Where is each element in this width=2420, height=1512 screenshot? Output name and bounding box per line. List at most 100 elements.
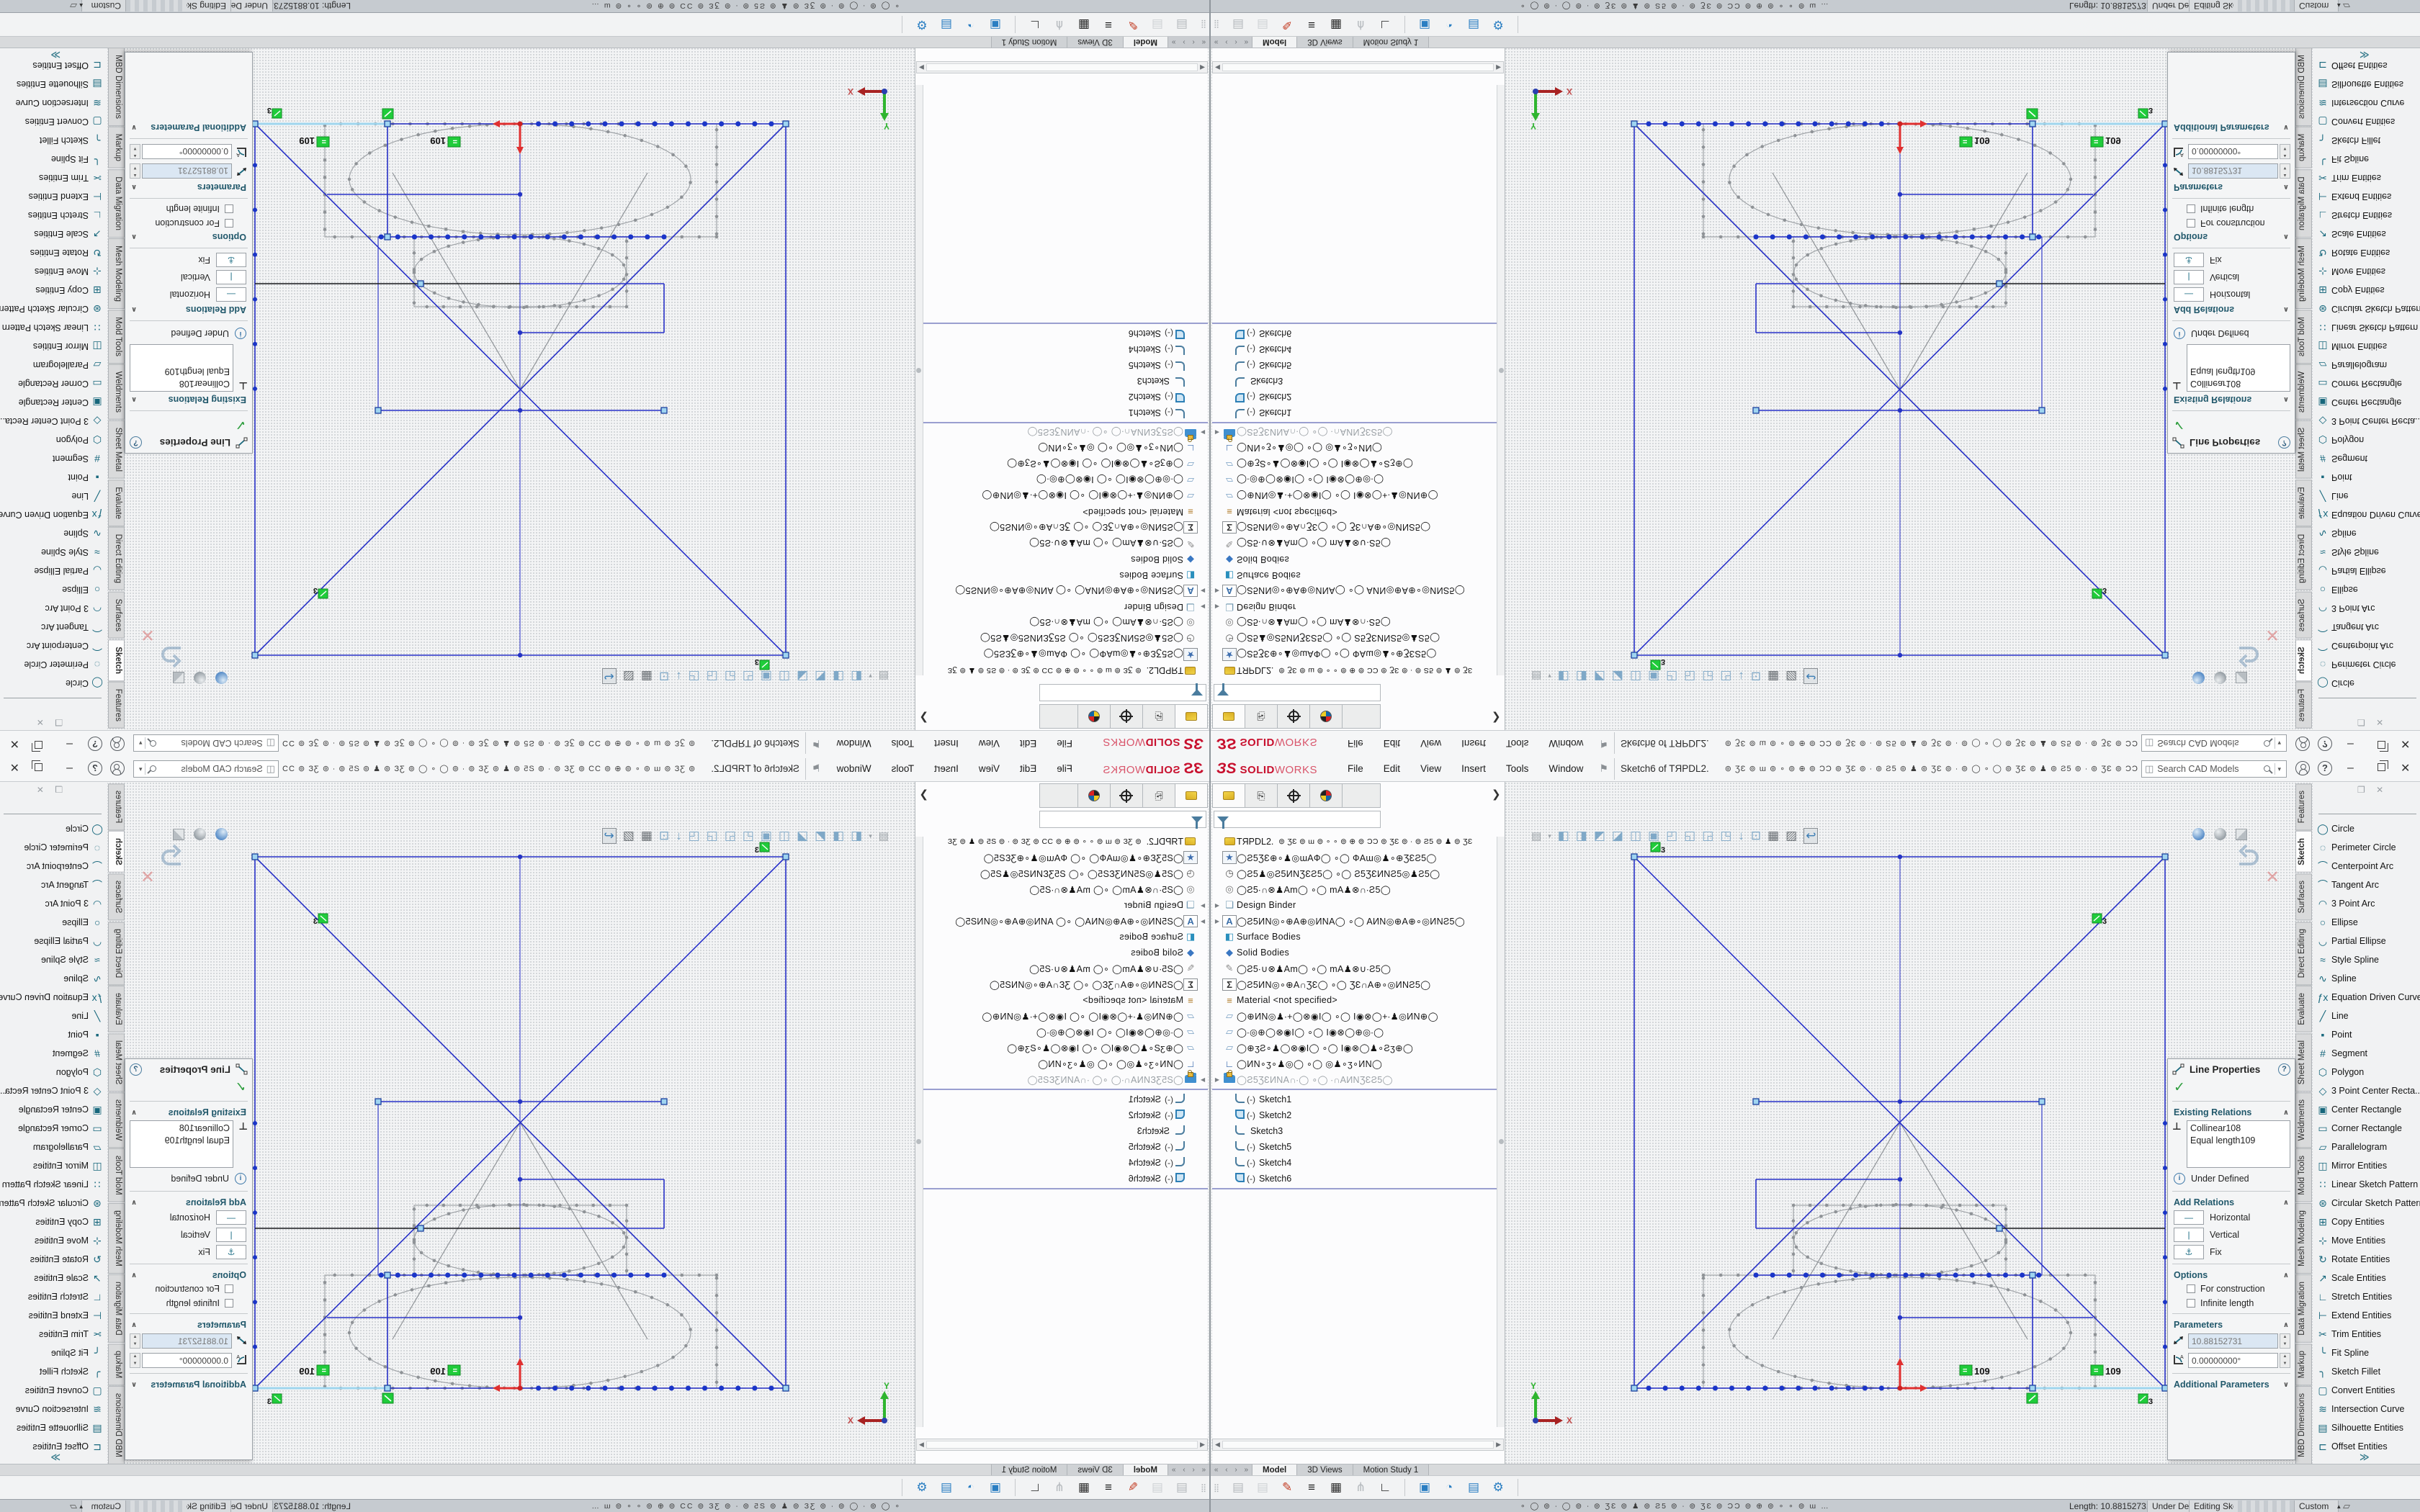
bottom-toolbar-icon[interactable]: ∟ xyxy=(1023,1480,1047,1495)
menu-item[interactable]: Window xyxy=(827,738,882,749)
collapse-icon[interactable]: ∧ xyxy=(2283,1199,2289,1207)
child-window-controls[interactable]: ❐ ✕ xyxy=(2357,717,2388,727)
tree-item-sketch[interactable]: (-) Sketch5 xyxy=(1212,1139,1504,1155)
tool-item[interactable]: ▱ Parallelogram xyxy=(2314,356,2420,374)
account-icon[interactable] xyxy=(2295,737,2310,751)
commandmanager-tab[interactable]: Markup xyxy=(108,127,125,168)
tool-item[interactable]: ↗ Scale Entities xyxy=(0,225,106,243)
angle-spinner[interactable]: ▲▼ xyxy=(130,1353,140,1368)
tool-item[interactable]: ⊹ Move Entities xyxy=(2314,262,2420,281)
pin-menu-icon[interactable]: ⚑ xyxy=(1599,737,1608,750)
view-toolbar-icon[interactable]: ◰ xyxy=(743,669,754,683)
tool-item[interactable]: ✂ Trim Entities xyxy=(0,168,106,187)
bottom-toolbar-icon[interactable]: ⋔ xyxy=(1047,17,1072,32)
menu-item[interactable]: Tools xyxy=(882,738,925,749)
commandmanager-tab[interactable]: Sketch xyxy=(2295,831,2312,873)
tree-item[interactable]: ▶ ∟ ◯ИN∘ʒ∘♟◎◯ ∘◯ ◎♟∘ʒ∘ИN◯ xyxy=(916,1056,1208,1071)
view-toolbar-icon[interactable]: ↓ xyxy=(676,829,682,843)
tool-item[interactable]: ◠ 3 Point Arc xyxy=(0,599,106,618)
bottom-toolbar-icon[interactable]: ▤ xyxy=(1226,17,1250,32)
menu-item[interactable]: Window xyxy=(1538,763,1593,774)
tool-item[interactable]: ╮ Sketch Fillet xyxy=(2314,1362,2420,1381)
checkbox[interactable] xyxy=(225,1299,233,1308)
bottom-toolbar-icon[interactable]: ✎ xyxy=(1275,1480,1299,1495)
panel-expand-icon[interactable]: ❯ xyxy=(1492,711,1501,724)
tool-item[interactable]: ▭ Corner Rectangle xyxy=(2314,374,2420,393)
add-relation-button[interactable]: — xyxy=(2174,287,2204,302)
bottom-toolbar-icon[interactable]: ▤ xyxy=(1145,1480,1170,1495)
pin-menu-icon[interactable]: ⚑ xyxy=(812,762,821,775)
tool-item[interactable]: ƒx Equation Driven Curve xyxy=(2314,988,2420,1007)
view-toolbar-icon[interactable]: ◨ xyxy=(833,829,844,843)
add-relation-button[interactable]: | xyxy=(216,270,246,284)
tree-item-sketch[interactable]: (-) Sketch1 xyxy=(1212,405,1504,420)
tool-item[interactable]: ↗ Scale Entities xyxy=(0,1269,106,1287)
checkbox[interactable] xyxy=(225,219,233,228)
tree-item[interactable]: ▶ ▱ ◯∙◎⊕◯⊗◉I◯ ∘◯ I◉⊗◯⊕◎∙◯ xyxy=(1212,1024,1504,1040)
tool-item[interactable]: ⌒ Centerpoint Arc xyxy=(2314,636,2420,655)
view-toolbar-icon[interactable]: ◫ xyxy=(1630,829,1641,843)
tool-item[interactable]: ◇ 3 Point Center Recta... xyxy=(2314,412,2420,431)
length-field[interactable]: 10.88152731 xyxy=(2188,163,2278,179)
tool-item[interactable]: ∿ Spline xyxy=(0,969,106,988)
tab-featuremanager[interactable] xyxy=(1175,705,1207,728)
tab-featuremanager[interactable] xyxy=(1213,784,1245,807)
view-toolbar-icon[interactable]: ▨ xyxy=(1785,669,1797,683)
view-toolbar-icon[interactable]: ▾ xyxy=(1548,672,1551,680)
commandmanager-tab[interactable]: Evaluate xyxy=(108,986,125,1032)
commandmanager-tab[interactable]: Sketch xyxy=(108,639,125,681)
view-toolbar-icon[interactable]: ▤ xyxy=(879,670,889,683)
view-toolbar-icon[interactable]: ▤ xyxy=(1531,829,1541,842)
menu-item[interactable]: Window xyxy=(1538,738,1593,749)
view-toolbar-icon[interactable]: ↩ xyxy=(602,828,617,844)
document-tab[interactable]: Model xyxy=(1252,1464,1297,1475)
view-toolbar-icon[interactable]: ◪ xyxy=(1612,829,1623,843)
bottom-toolbar-icon[interactable]: ✎ xyxy=(1275,17,1299,32)
tree-item[interactable]: ▶ ◷ ◯Ƨ5♟◎Ƨ5ИNƷƐƧ5◯ ∘◯ Ƨ5ƷƐИNƧ5◎♟Ƨ5◯ xyxy=(1212,865,1504,881)
commandmanager-tab[interactable]: MBD Dimensions xyxy=(2295,48,2312,126)
view-toolbar-icon[interactable]: ◳ xyxy=(1720,829,1731,843)
tree-item[interactable]: ▶ ▱ ◯⊕ИN◎♟∙+◯⊗◉I◯ ∘◯ I◉⊗◯+∙♟◎ИN⊕◯ xyxy=(916,488,1208,504)
tool-item[interactable]: ≋ Intersection Curve xyxy=(0,94,106,112)
add-relation-button[interactable]: | xyxy=(2174,270,2204,284)
commandmanager-tab[interactable]: Markup xyxy=(2295,127,2312,168)
tool-item[interactable]: ▪ Point xyxy=(2314,468,2420,487)
tool-item[interactable]: ⌒ Tangent Arc xyxy=(0,618,106,636)
commandmanager-tab[interactable]: Direct Editing xyxy=(108,527,125,590)
tree-item[interactable]: ▶ ▱ ◯⊕ИN◎♟∙+◯⊗◉I◯ ∘◯ I◉⊗◯+∙♟◎ИN⊕◯ xyxy=(1212,488,1504,504)
angle-field[interactable]: 0.00000000° xyxy=(142,1353,232,1368)
search-input[interactable]: Search CAD Models xyxy=(159,738,263,748)
tab-scroll-buttons[interactable]: «‹›» xyxy=(1168,37,1209,48)
tool-item[interactable]: ƒx Equation Driven Curve xyxy=(2314,505,2420,524)
tool-item[interactable]: ╰ Fit Spline xyxy=(0,1344,106,1362)
panel-help-icon[interactable]: ? xyxy=(130,437,142,449)
tool-item[interactable]: ≋ Intersection Curve xyxy=(2314,94,2420,112)
bottom-toolbar-icon-blue[interactable]: ▤ xyxy=(934,17,959,32)
tool-item[interactable]: ◫ Mirror Entities xyxy=(0,1156,106,1175)
toolbar-overflow-icon[interactable]: ≫ xyxy=(50,49,60,60)
tool-item[interactable]: ∷ Linear Sketch Pattern xyxy=(0,1175,106,1194)
tool-item[interactable]: ◯ Circle xyxy=(2314,819,2420,838)
view-toolbar-icon[interactable]: ◲ xyxy=(1702,669,1713,683)
search-scope-cube-icon[interactable]: ◫ xyxy=(2145,737,2154,749)
commandmanager-tab[interactable]: Markup xyxy=(2295,1344,2312,1385)
view-toolbar-icon[interactable]: ▦ xyxy=(641,829,653,843)
length-field[interactable]: 10.88152731 xyxy=(2188,1333,2278,1349)
tree-item[interactable]: ▶ ≡ Material <not specified> xyxy=(916,504,1208,520)
view-toolbar-icon[interactable]: ⊡ xyxy=(659,669,669,683)
checkbox[interactable] xyxy=(2187,1284,2195,1293)
tree-item[interactable]: ▶ ∟ ◯ИN∘ʒ∘♟◎◯ ∘◯ ◎♟∘ʒ∘ИN◯ xyxy=(916,441,1208,456)
tool-item[interactable]: ○ Ellipse xyxy=(0,913,106,932)
document-tab[interactable]: 3D Views xyxy=(1297,1464,1353,1475)
tool-item[interactable]: ╱ Line xyxy=(0,487,106,505)
restore-button[interactable] xyxy=(2378,741,2385,749)
tab-propertymanager[interactable]: ⎘ xyxy=(1245,705,1278,728)
tree-item[interactable]: ▶ ◎ ◯Ƨ5∙∩⊗♟Am◯ ∘◯ mA♟⊗∩∙Ƨ5◯ xyxy=(916,615,1208,631)
tree-item[interactable]: ▶ ∟ ◯ИN∘ʒ∘♟◎◯ ∘◯ ◎♟∘ʒ∘ИN◯ xyxy=(1212,1056,1504,1071)
child-window-controls[interactable]: ❐ ✕ xyxy=(32,785,63,795)
view-toolbar-icon[interactable]: ◫ xyxy=(779,669,790,683)
tab-displaymanager[interactable] xyxy=(1310,784,1343,807)
cancel-sketch-icon[interactable]: ✕ xyxy=(2265,624,2280,645)
tool-item[interactable]: ◡ Partial Ellipse xyxy=(2314,932,2420,950)
tool-item[interactable]: ∿ Spline xyxy=(2314,969,2420,988)
